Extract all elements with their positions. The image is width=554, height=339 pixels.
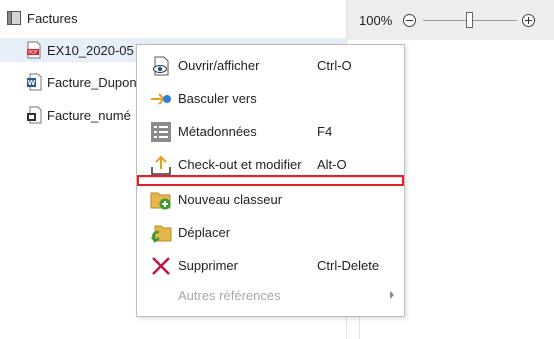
- folder-gray-icon: [7, 11, 21, 25]
- zoom-level: 100%: [359, 13, 393, 28]
- svg-text:W: W: [28, 79, 36, 87]
- menu-item-label: Check-out et modifier: [178, 156, 302, 172]
- zoom-out-icon[interactable]: [403, 14, 416, 27]
- menu-item-label: Supprimer: [178, 257, 238, 273]
- tree-item-label: EX10_2020-05: [47, 42, 134, 58]
- move-folder-icon: [151, 225, 172, 243]
- menu-item-switch-to[interactable]: Basculer vers: [137, 82, 404, 114]
- tree-item-facture-dupon[interactable]: W Facture_Dupon: [26, 70, 137, 94]
- tree-item-factures[interactable]: Factures: [6, 6, 78, 30]
- svg-text:PDF: PDF: [28, 50, 38, 56]
- menu-item-shortcut: Alt-O: [317, 156, 347, 172]
- menu-item-metadata[interactable]: Métadonnées F4: [137, 115, 404, 147]
- menu-item-label: Basculer vers: [178, 90, 257, 106]
- tree-item-facture-numerisee[interactable]: Facture_numé: [26, 103, 131, 127]
- menu-item-delete[interactable]: Supprimer Ctrl-Delete: [137, 249, 404, 281]
- menu-item-label: Ouvrir/afficher: [178, 57, 260, 73]
- highlight-box: [137, 175, 404, 186]
- menu-item-label: Nouveau classeur: [178, 191, 283, 207]
- new-folder-icon: [150, 192, 171, 210]
- menu-item-open[interactable]: Ouvrir/afficher Ctrl-O: [137, 49, 404, 81]
- metadata-list-icon: [151, 122, 171, 142]
- submenu-arrow-icon: [390, 291, 394, 299]
- menu-item-shortcut: Ctrl-O: [317, 57, 352, 73]
- menu-item-other-references[interactable]: Autres références: [137, 279, 404, 311]
- eye-document-icon: [153, 56, 169, 76]
- scanned-file-icon: [27, 106, 42, 124]
- delete-x-icon: [152, 257, 170, 275]
- pdf-file-icon: PDF: [27, 41, 41, 59]
- menu-item-shortcut: Ctrl-Delete: [317, 257, 380, 273]
- tree-item-label: Facture_numé: [47, 107, 131, 123]
- zoom-toolbar: 100%: [347, 0, 554, 40]
- menu-item-label: Autres références: [178, 287, 281, 303]
- menu-item-label: Métadonnées: [178, 123, 257, 139]
- switch-arrow-icon: [151, 93, 171, 105]
- menu-item-shortcut: F4: [317, 123, 333, 139]
- tree-item-label: Factures: [27, 10, 78, 26]
- menu-item-new-binder[interactable]: Nouveau classeur: [137, 183, 404, 215]
- menu-item-label: Déplacer: [178, 224, 231, 240]
- tree-item-label: Facture_Dupon: [47, 74, 137, 90]
- zoom-slider-thumb[interactable]: [466, 12, 473, 28]
- menu-item-move[interactable]: Déplacer: [137, 216, 404, 248]
- check-out-icon: [151, 155, 171, 175]
- zoom-in-icon[interactable]: [522, 14, 535, 27]
- word-file-icon: W: [27, 73, 42, 91]
